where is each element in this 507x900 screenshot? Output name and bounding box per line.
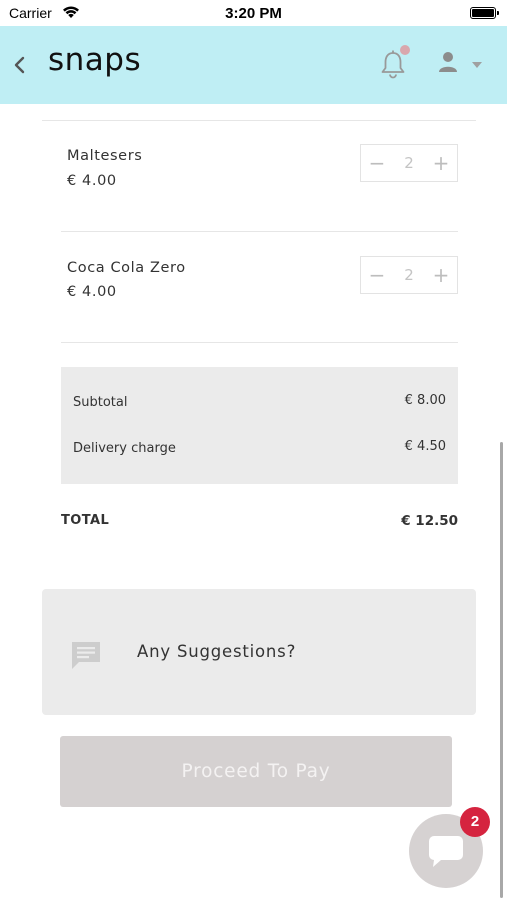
battery-icon (470, 7, 499, 19)
total-value: € 12.50 (401, 513, 458, 529)
item-name: Coca Cola Zero (67, 260, 186, 276)
divider (42, 120, 476, 121)
item-name: Maltesers (67, 148, 143, 164)
divider (61, 231, 458, 232)
order-summary: Subtotal € 8.00 Delivery charge € 4.50 (61, 367, 458, 484)
delivery-value: € 4.50 (404, 439, 446, 454)
suggestions-box[interactable]: Any Suggestions? (42, 589, 476, 715)
status-time: 3:20 PM (225, 5, 282, 22)
decrement-button[interactable]: − (361, 145, 393, 181)
subtotal-value: € 8.00 (404, 393, 446, 408)
chat-badge: 2 (460, 807, 490, 837)
status-bar: Carrier 3:20 PM (0, 0, 507, 26)
decrement-button[interactable]: − (361, 257, 393, 293)
chevron-left-icon[interactable] (10, 52, 30, 78)
proceed-to-pay-button[interactable]: Proceed To Pay (60, 736, 452, 807)
chevron-down-icon[interactable] (472, 62, 482, 68)
item-price: € 4.00 (67, 284, 117, 300)
user-icon[interactable] (436, 50, 460, 74)
quantity-value: 2 (404, 154, 414, 172)
quantity-stepper: − 2 + (360, 256, 458, 294)
scrollbar[interactable] (500, 442, 503, 898)
app-logo: snaps (48, 42, 142, 78)
quantity-stepper: − 2 + (360, 144, 458, 182)
app-header: snaps (0, 26, 507, 104)
chat-icon (429, 836, 463, 867)
quantity-value: 2 (404, 266, 414, 284)
increment-button[interactable]: + (425, 257, 457, 293)
divider (61, 342, 458, 343)
total-label: TOTAL (61, 513, 110, 528)
increment-button[interactable]: + (425, 145, 457, 181)
subtotal-label: Subtotal (73, 395, 128, 410)
notification-dot (400, 45, 410, 55)
suggestions-label: Any Suggestions? (137, 642, 297, 661)
item-price: € 4.00 (67, 173, 117, 189)
delivery-label: Delivery charge (73, 441, 176, 456)
message-icon (72, 642, 100, 669)
